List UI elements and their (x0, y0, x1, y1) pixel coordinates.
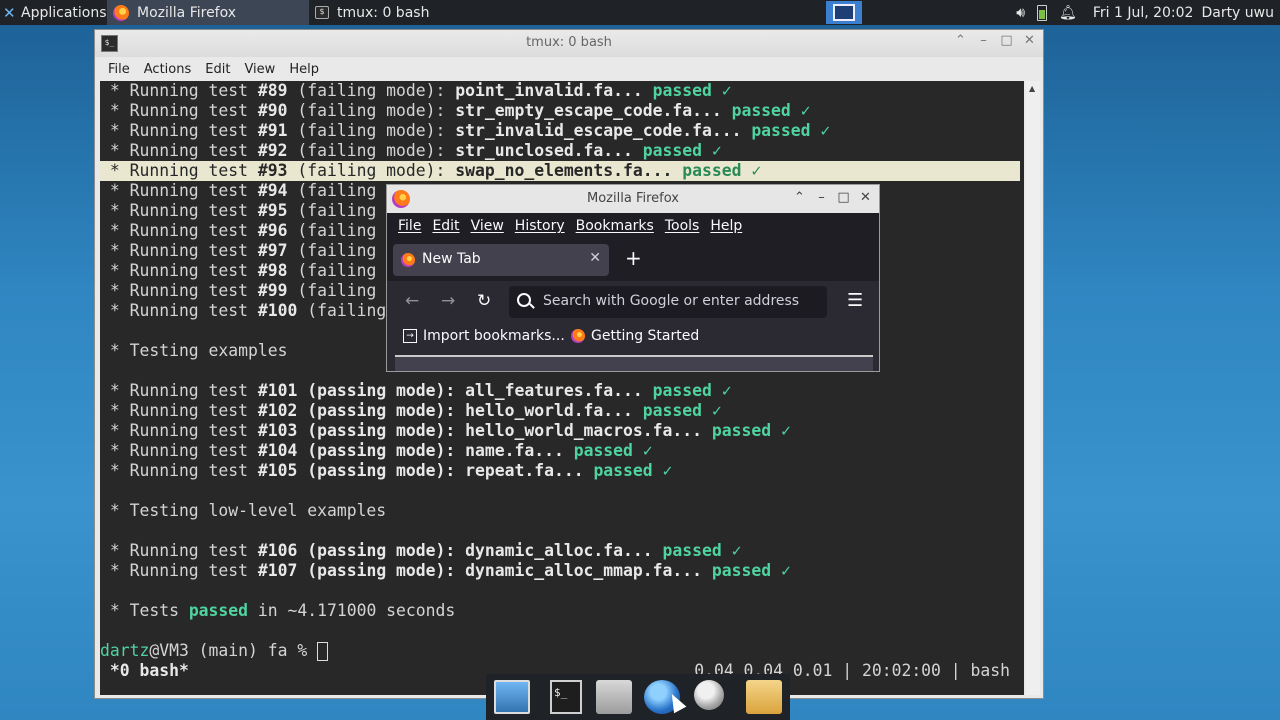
minimize-button[interactable]: – (814, 190, 829, 205)
hamburger-menu-icon[interactable]: ☰ (847, 290, 863, 311)
menu-edit[interactable]: Edit (432, 218, 459, 234)
close-button[interactable]: ✕ (858, 190, 873, 205)
bookmark-label: Import bookmarks... (423, 328, 565, 344)
workspace-switcher[interactable] (826, 1, 862, 24)
menu-edit[interactable]: Edit (205, 62, 230, 77)
firefox-window: Mozilla Firefox ⌃ – □ ✕ File Edit View H… (386, 184, 880, 372)
menu-file[interactable]: File (108, 62, 130, 77)
terminal-line: * Running test #105 (passing mode): repe… (100, 461, 673, 480)
user-menu[interactable]: Darty uwu (1201, 5, 1274, 21)
forward-arrow-icon[interactable]: → (441, 291, 455, 311)
minimize-button[interactable]: – (976, 33, 991, 48)
navigation-toolbar: ← → ↻ Search with Google or enter addres… (387, 281, 879, 323)
terminal-titlebar[interactable]: $_ tmux: 0 bash ⌃ – □ ✕ (95, 30, 1043, 57)
window-title: tmux: 0 bash (526, 35, 612, 50)
bookmark-getting-started[interactable]: Getting Started (571, 328, 699, 344)
close-button[interactable]: ✕ (1022, 33, 1037, 48)
terminal-line: * Running test #102 (passing mode): hell… (100, 401, 722, 420)
url-bar[interactable]: Search with Google or enter address (509, 286, 827, 318)
terminal-line: * Running test #94 (failing (100, 181, 377, 200)
terminal-line: * Running test #90 (failing mode): str_e… (100, 101, 811, 120)
menu-history[interactable]: History (515, 218, 565, 234)
close-tab-icon[interactable]: ✕ (589, 250, 601, 266)
scroll-up-icon[interactable]: ▲ (1029, 84, 1035, 93)
terminal-line: * Running test #96 (failing (100, 221, 377, 240)
terminal-line: * Running test #107 (passing mode): dyna… (100, 561, 791, 580)
firefox-icon (113, 4, 129, 21)
app-finder-icon[interactable] (694, 680, 724, 710)
url-placeholder: Search with Google or enter address (543, 293, 800, 309)
terminal-line: * Running test #92 (failing mode): str_u… (100, 141, 722, 160)
folder-icon[interactable] (746, 680, 782, 714)
menu-help[interactable]: Help (710, 218, 742, 234)
menu-tools[interactable]: Tools (665, 218, 700, 234)
applications-label: Applications (21, 4, 107, 21)
tab-strip: New Tab ✕ + (387, 239, 879, 281)
shell-prompt[interactable]: dartz@VM3 (main) fa % (100, 641, 329, 661)
clock[interactable]: Fri 1 Jul, 20:02 (1093, 5, 1194, 21)
shade-button[interactable]: ⌃ (953, 33, 968, 48)
firefox-titlebar[interactable]: Mozilla Firefox ⌃ – □ ✕ (387, 185, 879, 213)
dock: $_ (486, 674, 790, 720)
menu-file[interactable]: File (398, 218, 421, 234)
menu-actions[interactable]: Actions (144, 62, 192, 77)
taskbar-item-label: tmux: 0 bash (337, 4, 430, 21)
notification-bell-icon[interactable]: 🔔︎ (1059, 5, 1077, 21)
terminal-line: * Running test #100 (failing (100, 301, 387, 320)
menu-help[interactable]: Help (289, 62, 319, 77)
xfce-logo-icon: ✕ (3, 3, 16, 22)
terminal-icon: $ (315, 6, 329, 19)
text-cursor (317, 642, 329, 661)
maximize-button[interactable]: □ (999, 33, 1014, 48)
terminal-line: * Running test #98 (failing (100, 261, 377, 280)
new-tab-button[interactable]: + (625, 248, 642, 268)
bookmarks-toolbar: → Import bookmarks... Getting Started (387, 323, 879, 351)
terminal-line: * Running test #104 (passing mode): name… (100, 441, 653, 460)
tab-new-tab[interactable]: New Tab ✕ (393, 244, 609, 276)
taskbar-item-firefox[interactable]: Mozilla Firefox (107, 0, 309, 25)
menu-view[interactable]: View (244, 62, 275, 77)
shade-button[interactable]: ⌃ (792, 190, 807, 205)
terminal-line-selected: * Running test #93 (failing mode): swap_… (100, 161, 1020, 181)
import-icon: → (403, 329, 417, 343)
menu-view[interactable]: View (471, 218, 504, 234)
volume-icon[interactable]: 🔊︎ (1016, 5, 1025, 21)
show-desktop-icon[interactable] (494, 680, 530, 714)
terminal-line: * Running test #106 (passing mode): dyna… (100, 541, 742, 560)
tmux-status-left: *0 bash* (100, 661, 189, 680)
firefox-icon (571, 329, 585, 343)
terminal-line: * Running test #101 (passing mode): all_… (100, 381, 732, 400)
top-panel: ✕ Applications Mozilla Firefox $ tmux: 0… (0, 0, 1280, 25)
terminal-line: * Running test #99 (failing (100, 281, 377, 300)
menu-bookmarks[interactable]: Bookmarks (576, 218, 654, 234)
terminal-summary: * Tests passed in ~4.171000 seconds (100, 601, 456, 620)
back-arrow-icon[interactable]: ← (405, 291, 419, 311)
terminal-line: * Running test #95 (failing (100, 201, 377, 220)
firefox-menubar: File Edit View History Bookmarks Tools H… (387, 213, 879, 239)
search-icon (517, 293, 531, 307)
taskbar-item-label: Mozilla Firefox (137, 4, 237, 21)
firefox-icon (401, 253, 415, 267)
terminal-output[interactable]: * Running test #89 (failing mode): point… (100, 81, 1024, 695)
applications-menu[interactable]: ✕ Applications (0, 0, 107, 25)
terminal-section-heading: * Testing low-level examples (100, 501, 387, 520)
terminal-line: * Running test #91 (failing mode): str_i… (100, 121, 831, 140)
terminal-menubar: File Actions Edit View Help (95, 57, 1043, 81)
battery-icon[interactable] (1037, 4, 1048, 21)
tab-label: New Tab (422, 251, 481, 267)
terminal-line: * Running test #97 (failing (100, 241, 377, 260)
bookmark-label: Getting Started (591, 328, 700, 344)
maximize-button[interactable]: □ (836, 190, 851, 205)
taskbar-item-terminal[interactable]: $ tmux: 0 bash (309, 0, 509, 25)
terminal-launcher-icon[interactable]: $_ (550, 680, 582, 714)
terminal-scrollbar[interactable]: ▲ (1026, 81, 1040, 695)
notification-bar (395, 355, 873, 371)
terminal-line: * Running test #103 (passing mode): hell… (100, 421, 791, 440)
home-folder-icon[interactable] (596, 680, 632, 714)
reload-icon[interactable]: ↻ (477, 291, 491, 311)
terminal-line: * Running test #89 (failing mode): point… (100, 81, 732, 100)
terminal-section-heading: * Testing examples (100, 341, 288, 360)
import-bookmarks-button[interactable]: → Import bookmarks... (403, 328, 565, 344)
